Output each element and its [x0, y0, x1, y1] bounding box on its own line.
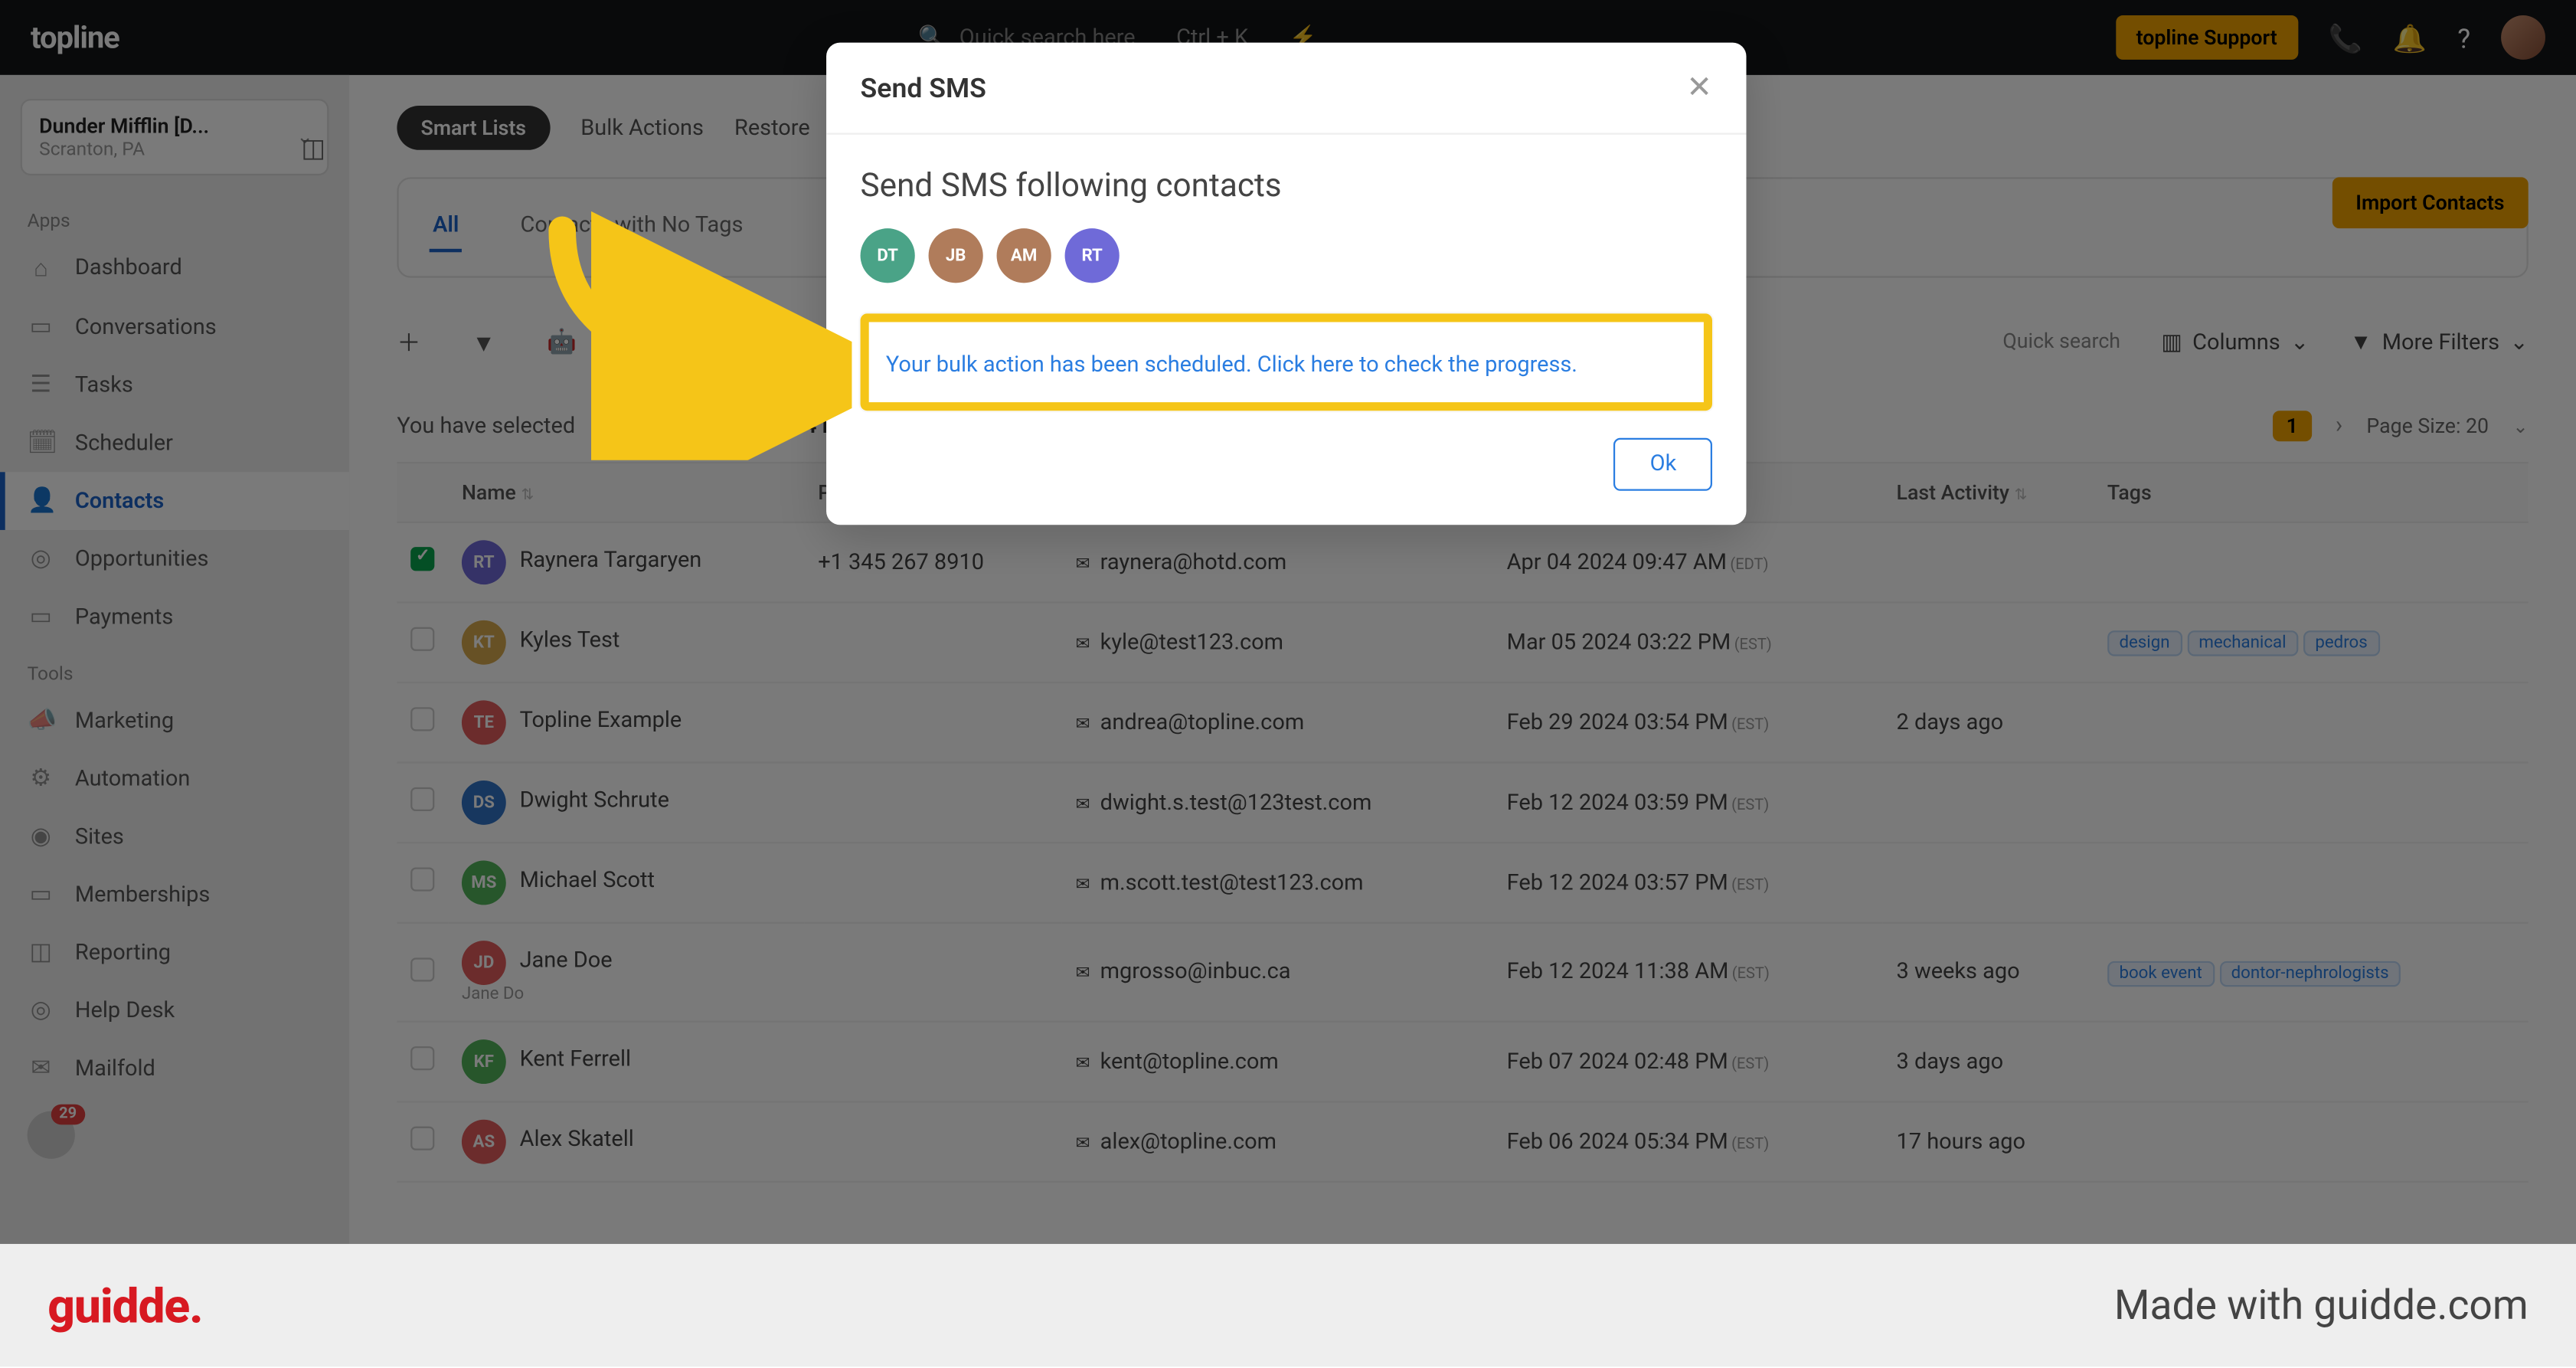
guidde-logo: guidde.: [47, 1278, 202, 1334]
guidde-credit: Made with guidde.com: [2114, 1281, 2529, 1329]
modal-subtitle: Send SMS following contacts: [861, 165, 1712, 205]
modal-contact-avatar: DT: [861, 228, 915, 283]
modal-title: Send SMS: [861, 71, 986, 103]
guidde-footer: guidde. Made with guidde.com: [0, 1244, 2576, 1366]
modal-close-icon[interactable]: ✕: [1686, 70, 1712, 106]
modal-highlight-box: Your bulk action has been scheduled. Cli…: [861, 313, 1712, 411]
modal-contact-avatar: RT: [1065, 228, 1120, 283]
send-sms-modal: Send SMS ✕ Send SMS following contacts D…: [826, 43, 1746, 525]
modal-contact-avatar: AM: [997, 228, 1051, 283]
modal-ok-button[interactable]: Ok: [1614, 438, 1712, 491]
modal-avatar-row: DT JB AM RT: [861, 228, 1712, 283]
modal-contact-avatar: JB: [929, 228, 983, 283]
bulk-action-progress-link[interactable]: Your bulk action has been scheduled. Cli…: [886, 353, 1577, 378]
